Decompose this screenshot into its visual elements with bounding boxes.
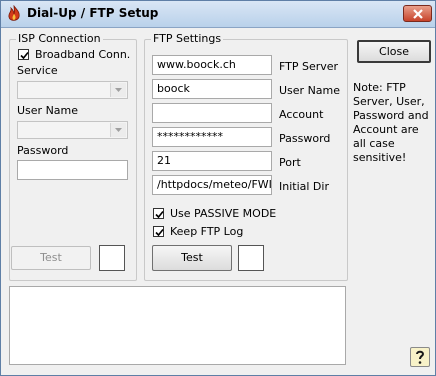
dialog-window: Dial-Up / FTP Setup ISP Connection Broad… xyxy=(0,0,436,376)
window-title: Dial-Up / FTP Setup xyxy=(27,6,159,20)
broadband-checkbox[interactable] xyxy=(18,49,29,60)
close-icon xyxy=(413,9,423,19)
title-bar[interactable]: Dial-Up / FTP Setup xyxy=(1,1,435,28)
ftp-test-button[interactable]: Test xyxy=(152,245,232,271)
keep-log-checkbox[interactable] xyxy=(153,226,164,237)
passive-mode-label: Use PASSIVE MODE xyxy=(170,207,277,220)
close-button[interactable]: Close xyxy=(357,40,431,63)
ftp-log-textarea[interactable] xyxy=(9,286,346,365)
ftp-status-indicator xyxy=(238,245,264,271)
ftp-username-input[interactable]: boock xyxy=(152,79,272,99)
isp-username-label: User Name xyxy=(17,104,79,117)
service-label: Service xyxy=(17,64,58,77)
help-question-icon xyxy=(416,350,425,364)
checkmark-icon xyxy=(155,228,164,237)
passive-mode-checkbox[interactable] xyxy=(153,208,164,219)
ftp-password-input[interactable]: ************ xyxy=(152,127,272,147)
isp-connection-legend: ISP Connection xyxy=(16,32,103,45)
isp-password-field[interactable] xyxy=(17,160,128,180)
isp-password-label: Password xyxy=(17,144,69,157)
case-sensitivity-note: Note: FTP Server, User, Password and Acc… xyxy=(353,81,429,164)
ftp-server-input[interactable]: www.boock.ch xyxy=(152,55,272,75)
window-close-button[interactable] xyxy=(403,5,432,22)
flame-app-icon xyxy=(6,4,22,23)
help-button[interactable] xyxy=(410,347,430,367)
service-dropdown-arrow[interactable] xyxy=(110,83,126,97)
keep-log-label: Keep FTP Log xyxy=(170,225,244,238)
ftp-password-label: Password xyxy=(279,132,331,145)
ftp-account-label: Account xyxy=(279,108,324,121)
ftp-settings-legend: FTP Settings xyxy=(151,32,224,45)
isp-username-combobox[interactable] xyxy=(17,121,128,139)
service-combobox[interactable] xyxy=(17,81,128,99)
chevron-down-icon xyxy=(115,128,122,132)
ftp-initial-dir-input[interactable]: /httpdocs/meteo/FWI/ xyxy=(152,175,272,195)
broadband-label: Broadband Conn. xyxy=(35,48,131,61)
ftp-username-label: User Name xyxy=(279,84,341,97)
checkmark-icon xyxy=(20,51,29,60)
ftp-port-label: Port xyxy=(279,156,301,169)
isp-status-indicator xyxy=(99,245,125,271)
ftp-initial-dir-label: Initial Dir xyxy=(279,180,329,193)
ftp-server-label: FTP Server xyxy=(279,60,339,73)
isp-username-dropdown-arrow[interactable] xyxy=(110,123,126,137)
ftp-port-input[interactable]: 21 xyxy=(152,151,272,171)
chevron-down-icon xyxy=(115,88,122,92)
isp-test-button[interactable]: Test xyxy=(11,246,91,270)
checkmark-icon xyxy=(155,210,164,219)
ftp-account-input[interactable] xyxy=(152,103,272,123)
